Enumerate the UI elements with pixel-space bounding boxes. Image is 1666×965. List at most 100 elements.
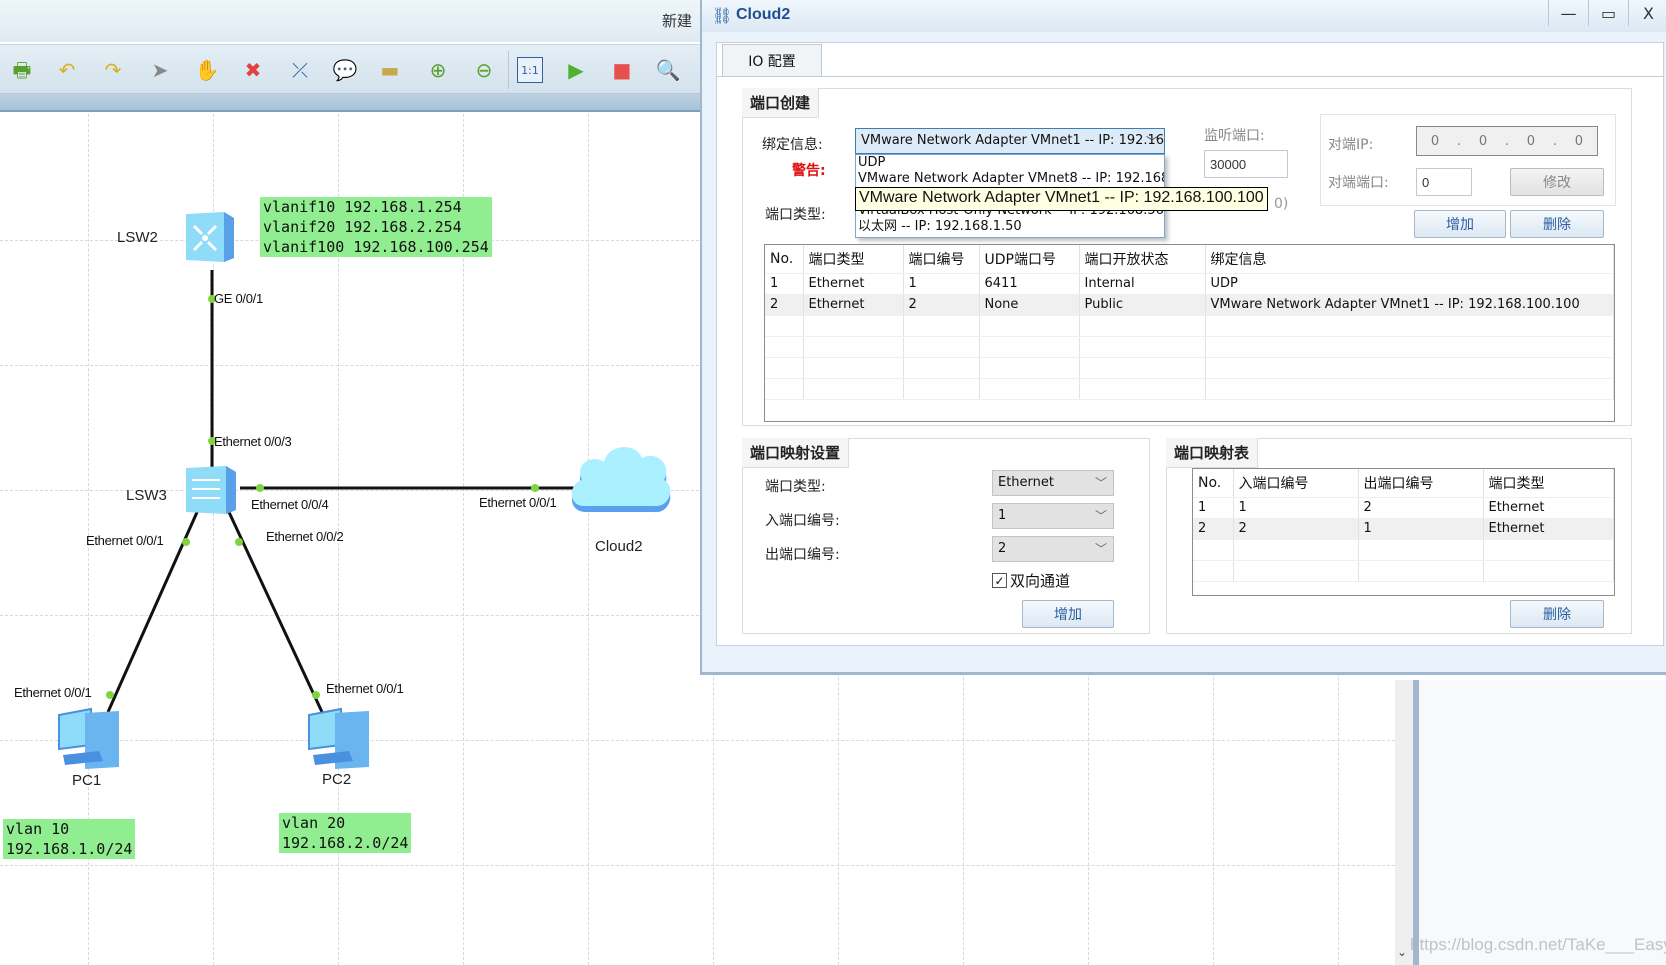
- col-header: UDP端口号: [979, 245, 1080, 274]
- pc1-computer-icon[interactable]: [55, 705, 123, 771]
- cell: 2: [1358, 497, 1484, 519]
- checkbox-checked-icon: ✓: [992, 573, 1007, 588]
- cell: Internal: [1079, 273, 1206, 295]
- cell: 6411: [979, 273, 1080, 295]
- bind-info-combobox[interactable]: VMware Network Adapter VMnet1 -- IP: 192…: [855, 128, 1165, 154]
- listen-port-input[interactable]: [1204, 150, 1288, 178]
- col-header: 端口类型: [803, 245, 904, 274]
- tab-io-config[interactable]: IO 配置: [722, 44, 822, 76]
- listen-port-hint: 0): [1274, 196, 1289, 212]
- listen-port-label: 监听端口:: [1204, 128, 1265, 144]
- port-label: Ethernet 0/0/2: [266, 529, 344, 544]
- cell: 1: [1193, 497, 1234, 519]
- port-table: No. 端口类型 端口编号 UDP端口号 端口开放状态 绑定信息 1 Ether…: [764, 244, 1615, 422]
- dropdown-option[interactable]: UDP: [856, 155, 1164, 171]
- port-type-label: 端口类型:: [765, 207, 826, 223]
- map-port-type-label: 端口类型:: [765, 479, 826, 495]
- table-row[interactable]: 2 2 1 Ethernet: [1193, 518, 1614, 540]
- in-port-label: 入端口编号:: [765, 513, 840, 529]
- pc2-computer-icon[interactable]: [305, 705, 373, 771]
- cloud2-cloud-icon[interactable]: [566, 440, 676, 525]
- port-dot: [235, 538, 243, 546]
- chevron-down-icon: ﹀: [1094, 509, 1107, 523]
- select-value: 1: [998, 508, 1007, 523]
- cell: 1: [765, 273, 804, 295]
- minimize-icon: —: [1560, 3, 1577, 23]
- text-note-lsw2[interactable]: vlanif10 192.168.1.254 vlanif20 192.168.…: [260, 197, 492, 257]
- delete-port-button[interactable]: 删除: [1510, 210, 1604, 238]
- device-label-pc2: PC2: [322, 771, 352, 788]
- in-port-select[interactable]: 1 ﹀: [992, 503, 1114, 529]
- cell: 1: [903, 273, 980, 295]
- add-port-button[interactable]: 增加: [1414, 210, 1506, 238]
- close-button[interactable]: X: [1628, 0, 1666, 26]
- mapping-table-title: 端口映射表: [1166, 438, 1259, 468]
- cell: Ethernet: [803, 294, 904, 316]
- dropdown-option[interactable]: 以太网 -- IP: 192.168.1.50: [856, 219, 1164, 235]
- port-label: Ethernet 0/0/1: [479, 495, 557, 510]
- table-row[interactable]: 1 1 2 Ethernet: [1193, 497, 1614, 519]
- bind-info-label: 绑定信息:: [762, 137, 823, 153]
- table-row[interactable]: 1 Ethernet 1 6411 Internal UDP: [765, 273, 1614, 295]
- add-mapping-button[interactable]: 增加: [1022, 600, 1114, 628]
- dialog-titlebar[interactable]: ⛓ Cloud2 — ▭ X: [702, 0, 1666, 32]
- col-header: 端口编号: [903, 245, 980, 274]
- port-dot: [256, 484, 264, 492]
- peer-ip-input[interactable]: 0. 0. 0. 0: [1416, 126, 1598, 156]
- peer-port-input[interactable]: [1416, 168, 1472, 196]
- device-label-lsw3: LSW3: [126, 487, 167, 504]
- col-header: 端口开放状态: [1079, 245, 1206, 274]
- map-port-type-select[interactable]: Ethernet ﹀: [992, 470, 1114, 496]
- cloud2-dialog: ⛓ Cloud2 — ▭ X IO 配置 端口创建 绑定信息: 警告: 端口类型…: [700, 0, 1666, 675]
- out-port-label: 出端口编号:: [765, 547, 840, 563]
- cell: 1: [1233, 497, 1359, 519]
- cell: Ethernet: [1483, 497, 1614, 519]
- cell: Ethernet: [1483, 518, 1614, 540]
- port-label: Ethernet 0/0/1: [14, 685, 92, 700]
- minimize-button[interactable]: —: [1548, 0, 1588, 26]
- peer-port-label: 对端端口:: [1328, 175, 1389, 191]
- port-dot: [312, 691, 320, 699]
- bidirectional-label: 双向通道: [1010, 572, 1071, 590]
- cell: UDP: [1205, 273, 1614, 295]
- peer-ip-label: 对端IP:: [1328, 137, 1374, 153]
- port-label: GE 0/0/1: [214, 291, 263, 306]
- port-label: Ethernet 0/0/4: [251, 497, 329, 512]
- modify-button[interactable]: 修改: [1510, 168, 1604, 196]
- scroll-down-icon[interactable]: ⌄: [1397, 945, 1407, 959]
- lsw3-switch-icon[interactable]: [182, 462, 240, 516]
- delete-mapping-button[interactable]: 删除: [1510, 600, 1604, 628]
- out-port-select[interactable]: 2 ﹀: [992, 536, 1114, 562]
- port-label: Ethernet 0/0/1: [86, 533, 164, 548]
- lsw2-switch-icon[interactable]: [180, 208, 238, 264]
- table-row[interactable]: 2 Ethernet 2 None Public VMware Network …: [765, 294, 1614, 316]
- bidirectional-checkbox[interactable]: ✓ 双向通道: [992, 570, 1070, 591]
- port-label: Ethernet 0/0/1: [326, 681, 404, 696]
- maximize-icon: ▭: [1600, 3, 1617, 23]
- tab-divider: [716, 76, 1664, 77]
- col-header: 绑定信息: [1205, 245, 1614, 274]
- close-icon: X: [1643, 3, 1654, 23]
- port-create-title: 端口创建: [742, 88, 820, 118]
- text-note-pc2[interactable]: vlan 20 192.168.2.0/24: [279, 813, 412, 853]
- watermark: https://blog.csdn.net/TaKe___Easy: [1410, 935, 1666, 954]
- cell: 2: [1193, 518, 1234, 540]
- maximize-button[interactable]: ▭: [1588, 0, 1628, 26]
- warning-label: 警告:: [792, 163, 826, 179]
- port-dot: [106, 691, 114, 699]
- ip-octet: 0: [1430, 133, 1440, 149]
- cell: None: [979, 294, 1080, 316]
- cell: 2: [765, 294, 804, 316]
- text-note-pc1[interactable]: vlan 10 192.168.1.0/24: [3, 819, 136, 859]
- col-header: 入端口编号: [1233, 469, 1359, 498]
- cell: Public: [1079, 294, 1206, 316]
- canvas-vertical-scrollbar[interactable]: [1395, 680, 1413, 965]
- right-side-panel: [1413, 680, 1666, 965]
- chevron-down-icon: ﹀: [1094, 476, 1107, 490]
- chevron-down-icon: ﹀: [1094, 542, 1107, 556]
- port-dot: [182, 538, 190, 546]
- col-header: 出端口编号: [1358, 469, 1484, 498]
- dropdown-option[interactable]: VMware Network Adapter VMnet8 -- IP: 192…: [856, 171, 1164, 187]
- mapping-table: No. 入端口编号 出端口编号 端口类型 1 1 2 Ethernet 2 2 …: [1192, 468, 1615, 596]
- port-dot: [531, 484, 539, 492]
